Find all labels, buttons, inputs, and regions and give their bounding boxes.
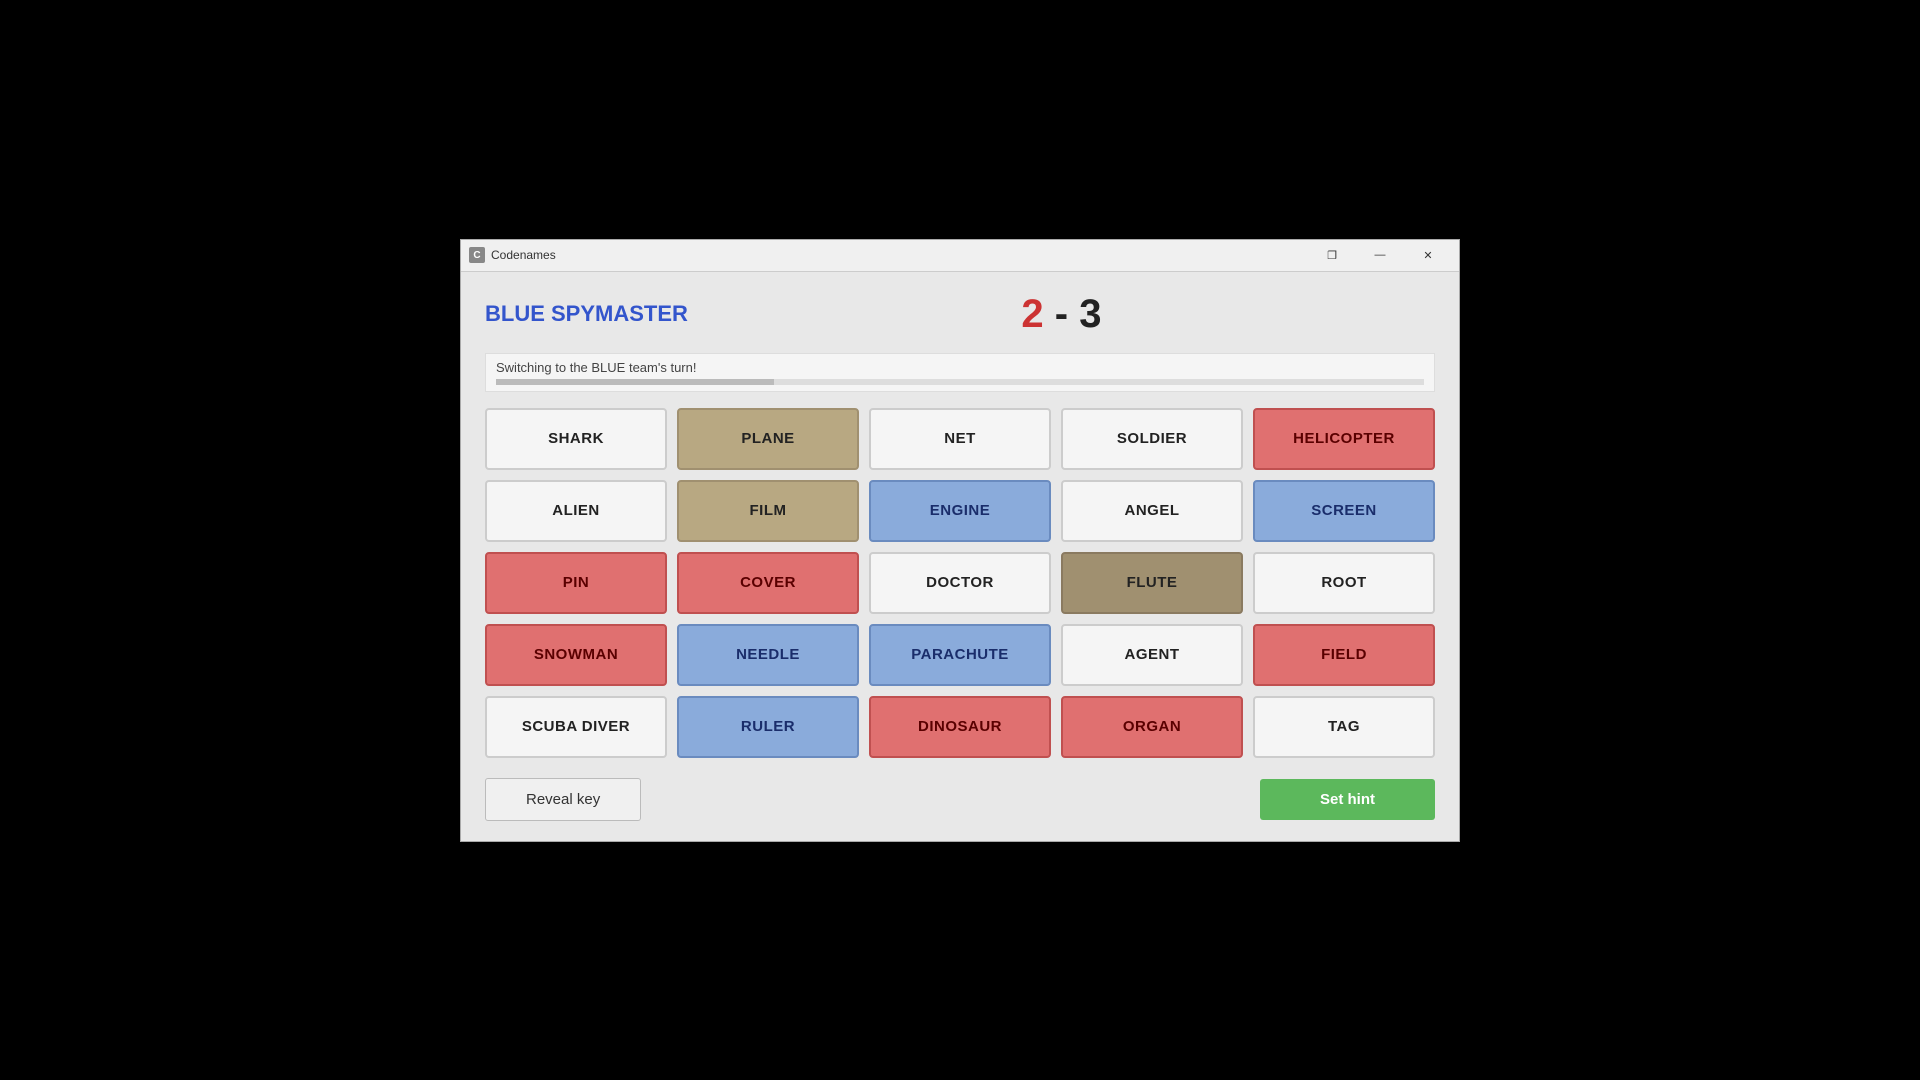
card-snowman[interactable]: SNOWMAN (485, 624, 667, 686)
restore-button[interactable]: ❐ (1309, 245, 1355, 265)
card-screen[interactable]: SCREEN (1253, 480, 1435, 542)
score-blue: 3 (1079, 292, 1101, 336)
card-cover[interactable]: COVER (677, 552, 859, 614)
card-plane[interactable]: PLANE (677, 408, 859, 470)
card-doctor[interactable]: DOCTOR (869, 552, 1051, 614)
card-grid: SHARKPLANENETSOLDIERHELICOPTER ALIENFILME… (485, 408, 1435, 758)
role-label: BLUE SPYMASTER (485, 301, 688, 327)
app-window: C Codenames ❐ — ✕ BLUE SPYMASTER 2 - 3 S… (460, 239, 1460, 842)
title-bar: C Codenames ❐ — ✕ (461, 240, 1459, 272)
score-separator: - (1055, 292, 1079, 336)
card-dinosaur[interactable]: DINOSAUR (869, 696, 1051, 758)
minimize-button[interactable]: — (1357, 245, 1403, 265)
card-scuba-diver[interactable]: SCUBA DIVER (485, 696, 667, 758)
card-flute[interactable]: FLUTE (1061, 552, 1243, 614)
card-root[interactable]: ROOT (1253, 552, 1435, 614)
score-red: 2 (1021, 292, 1043, 336)
card-tag[interactable]: TAG (1253, 696, 1435, 758)
card-parachute[interactable]: PARACHUTE (869, 624, 1051, 686)
status-message: Switching to the BLUE team's turn! (496, 360, 696, 375)
card-soldier[interactable]: SOLDIER (1061, 408, 1243, 470)
set-hint-button[interactable]: Set hint (1260, 779, 1435, 820)
card-needle[interactable]: NEEDLE (677, 624, 859, 686)
card-helicopter[interactable]: HELICOPTER (1253, 408, 1435, 470)
footer-row: Reveal key Set hint (485, 778, 1435, 821)
status-bar: Switching to the BLUE team's turn! (485, 353, 1435, 392)
card-film[interactable]: FILM (677, 480, 859, 542)
app-icon: C (469, 247, 485, 263)
close-button[interactable]: ✕ (1405, 245, 1451, 265)
card-engine[interactable]: ENGINE (869, 480, 1051, 542)
card-ruler[interactable]: RULER (677, 696, 859, 758)
progress-bar-fill (496, 379, 774, 385)
window-controls: ❐ — ✕ (1309, 245, 1451, 265)
progress-bar-container (496, 379, 1424, 385)
header-row: BLUE SPYMASTER 2 - 3 (485, 292, 1435, 337)
card-field[interactable]: FIELD (1253, 624, 1435, 686)
card-alien[interactable]: ALIEN (485, 480, 667, 542)
score-display: 2 - 3 (688, 292, 1435, 337)
card-organ[interactable]: ORGAN (1061, 696, 1243, 758)
card-pin[interactable]: PIN (485, 552, 667, 614)
card-shark[interactable]: SHARK (485, 408, 667, 470)
card-agent[interactable]: AGENT (1061, 624, 1243, 686)
card-net[interactable]: NET (869, 408, 1051, 470)
window-title: Codenames (491, 248, 1309, 262)
reveal-key-button[interactable]: Reveal key (485, 778, 641, 821)
card-angel[interactable]: ANGEL (1061, 480, 1243, 542)
main-content: BLUE SPYMASTER 2 - 3 Switching to the BL… (461, 272, 1459, 841)
